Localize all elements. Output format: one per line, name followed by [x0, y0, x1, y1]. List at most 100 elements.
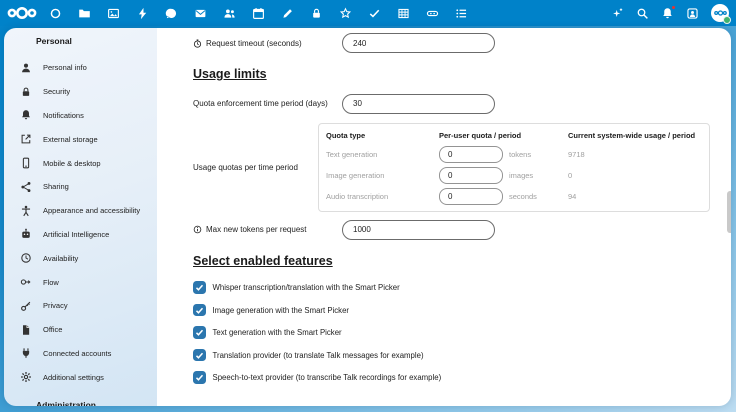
accessibility-icon: [20, 205, 32, 217]
max-tokens-input[interactable]: [342, 220, 495, 240]
request-timeout-row: Request timeout (seconds): [193, 33, 710, 53]
quota-usage: 9718: [568, 150, 702, 159]
deck-icon[interactable]: [455, 7, 468, 20]
image-generation-quota-input[interactable]: [439, 167, 503, 184]
col-system-usage: Current system-wide usage / period: [568, 131, 702, 140]
document-icon: [20, 324, 32, 336]
checkbox-checked-icon[interactable]: [193, 371, 206, 384]
external-storage-icon: [20, 133, 32, 145]
notifications-button[interactable]: [661, 7, 674, 20]
mail-icon[interactable]: [194, 7, 207, 20]
bell-icon: [20, 109, 32, 121]
quota-period-label: Quota enforcement time period (days): [193, 99, 328, 108]
usage-quota-section: Usage quotas per time period Quota type …: [193, 123, 710, 212]
quota-unit: tokens: [509, 150, 531, 159]
contacts-menu-icon[interactable]: [686, 7, 699, 20]
feature-translation-provider[interactable]: Translation provider (to translate Talk …: [193, 349, 710, 362]
feature-text-generation[interactable]: Text generation with the Smart Picker: [193, 326, 710, 339]
feature-image-generation[interactable]: Image generation with the Smart Picker: [193, 304, 710, 317]
top-header-bar: [0, 0, 736, 26]
quota-unit: seconds: [509, 192, 537, 201]
checkbox-checked-icon[interactable]: [193, 326, 206, 339]
timer-icon: [193, 39, 202, 48]
sidebar-item-label: Mobile & desktop: [43, 159, 101, 168]
mobile-icon: [20, 157, 32, 169]
sidebar-item-label: Personal info: [43, 63, 87, 72]
files-icon[interactable]: [78, 7, 91, 20]
tables-icon[interactable]: [397, 7, 410, 20]
sidebar-item-security[interactable]: Security: [4, 80, 157, 104]
sidebar-item-external-storage[interactable]: External storage: [4, 127, 157, 151]
dashboard-icon[interactable]: [49, 7, 62, 20]
photos-icon[interactable]: [107, 7, 120, 20]
sidebar-item-mobile-desktop[interactable]: Mobile & desktop: [4, 151, 157, 175]
text-generation-quota-input[interactable]: [439, 146, 503, 163]
audio-transcription-quota-input[interactable]: [439, 188, 503, 205]
usage-quota-label: Usage quotas per time period: [193, 163, 318, 172]
assistant-icon[interactable]: [611, 7, 624, 20]
sidebar-item-personal-info[interactable]: Personal info: [4, 56, 157, 80]
quota-row-image-generation: Image generation images 0: [319, 165, 709, 186]
sidebar-item-label: Privacy: [43, 301, 68, 310]
max-tokens-row: Max new tokens per request: [193, 220, 710, 240]
sidebar-section-administration: Administration: [36, 400, 96, 406]
ai-settings-panel: Request timeout (seconds) Usage limits Q…: [157, 28, 731, 406]
sidebar-item-office[interactable]: Office: [4, 318, 157, 342]
sidebar-item-label: Flow: [43, 278, 59, 287]
feature-speech-to-text-provider[interactable]: Speech-to-text provider (to transcribe T…: [193, 371, 710, 384]
sidebar-item-artificial-intelligence[interactable]: Artificial Intelligence: [4, 223, 157, 247]
checkbox-checked-icon[interactable]: [193, 304, 206, 317]
sidebar-item-additional-settings[interactable]: Additional settings: [4, 365, 157, 389]
contacts-icon[interactable]: [223, 7, 236, 20]
flow-icon: [20, 276, 32, 288]
usage-limits-heading: Usage limits: [193, 67, 710, 83]
sidebar-item-label: Availability: [43, 254, 78, 263]
lock-icon: [20, 86, 32, 98]
feature-whisper-transcription[interactable]: Whisper transcription/translation with t…: [193, 281, 710, 294]
sidebar-item-connected-accounts[interactable]: Connected accounts: [4, 342, 157, 366]
sidebar-item-flow[interactable]: Flow: [4, 270, 157, 294]
sidebar-item-appearance-accessibility[interactable]: Appearance and accessibility: [4, 199, 157, 223]
search-icon[interactable]: [636, 7, 649, 20]
sidebar-item-notifications[interactable]: Notifications: [4, 104, 157, 128]
ai-icon: [20, 228, 32, 240]
request-timeout-input[interactable]: [342, 33, 495, 53]
notes-icon[interactable]: [281, 7, 294, 20]
vertical-scrollbar[interactable]: [727, 191, 731, 233]
enabled-features-list: Whisper transcription/translation with t…: [193, 281, 710, 384]
unread-notifications-dot: [671, 5, 676, 10]
sidebar-item-label: Office: [43, 325, 62, 334]
settings-sidebar: Personal Personal info Security Notifica…: [4, 28, 157, 406]
tasks-icon[interactable]: [368, 7, 381, 20]
quota-row-text-generation: Text generation tokens 9718: [319, 144, 709, 165]
talk-icon[interactable]: [165, 7, 178, 20]
collectives-icon[interactable]: [339, 7, 352, 20]
col-per-user-quota: Per-user quota / period: [439, 131, 568, 140]
nextcloud-logo-icon[interactable]: [7, 5, 37, 21]
user-avatar[interactable]: [711, 4, 729, 22]
clock-icon: [20, 252, 32, 264]
app-menu: [49, 7, 468, 20]
bookmarks-icon[interactable]: [426, 7, 439, 20]
quota-period-row: Quota enforcement time period (days): [193, 94, 710, 114]
passwords-icon[interactable]: [310, 7, 323, 20]
quota-unit: images: [509, 171, 533, 180]
sidebar-item-sharing[interactable]: Sharing: [4, 175, 157, 199]
col-quota-type: Quota type: [326, 131, 439, 140]
calendar-icon[interactable]: [252, 7, 265, 20]
checkbox-checked-icon[interactable]: [193, 349, 206, 362]
sidebar-item-availability[interactable]: Availability: [4, 246, 157, 270]
quota-usage: 0: [568, 171, 702, 180]
sidebar-item-label: Appearance and accessibility: [43, 206, 140, 215]
sidebar-item-label: Additional settings: [43, 373, 104, 382]
key-icon: [20, 300, 32, 312]
share-icon: [20, 181, 32, 193]
quota-period-input[interactable]: [342, 94, 495, 114]
checkbox-checked-icon[interactable]: [193, 281, 206, 294]
activity-icon[interactable]: [136, 7, 149, 20]
sidebar-item-privacy[interactable]: Privacy: [4, 294, 157, 318]
plug-icon: [20, 347, 32, 359]
online-status-dot: [723, 16, 731, 24]
enabled-features-heading: Select enabled features: [193, 254, 710, 270]
request-timeout-label: Request timeout (seconds): [206, 39, 302, 48]
